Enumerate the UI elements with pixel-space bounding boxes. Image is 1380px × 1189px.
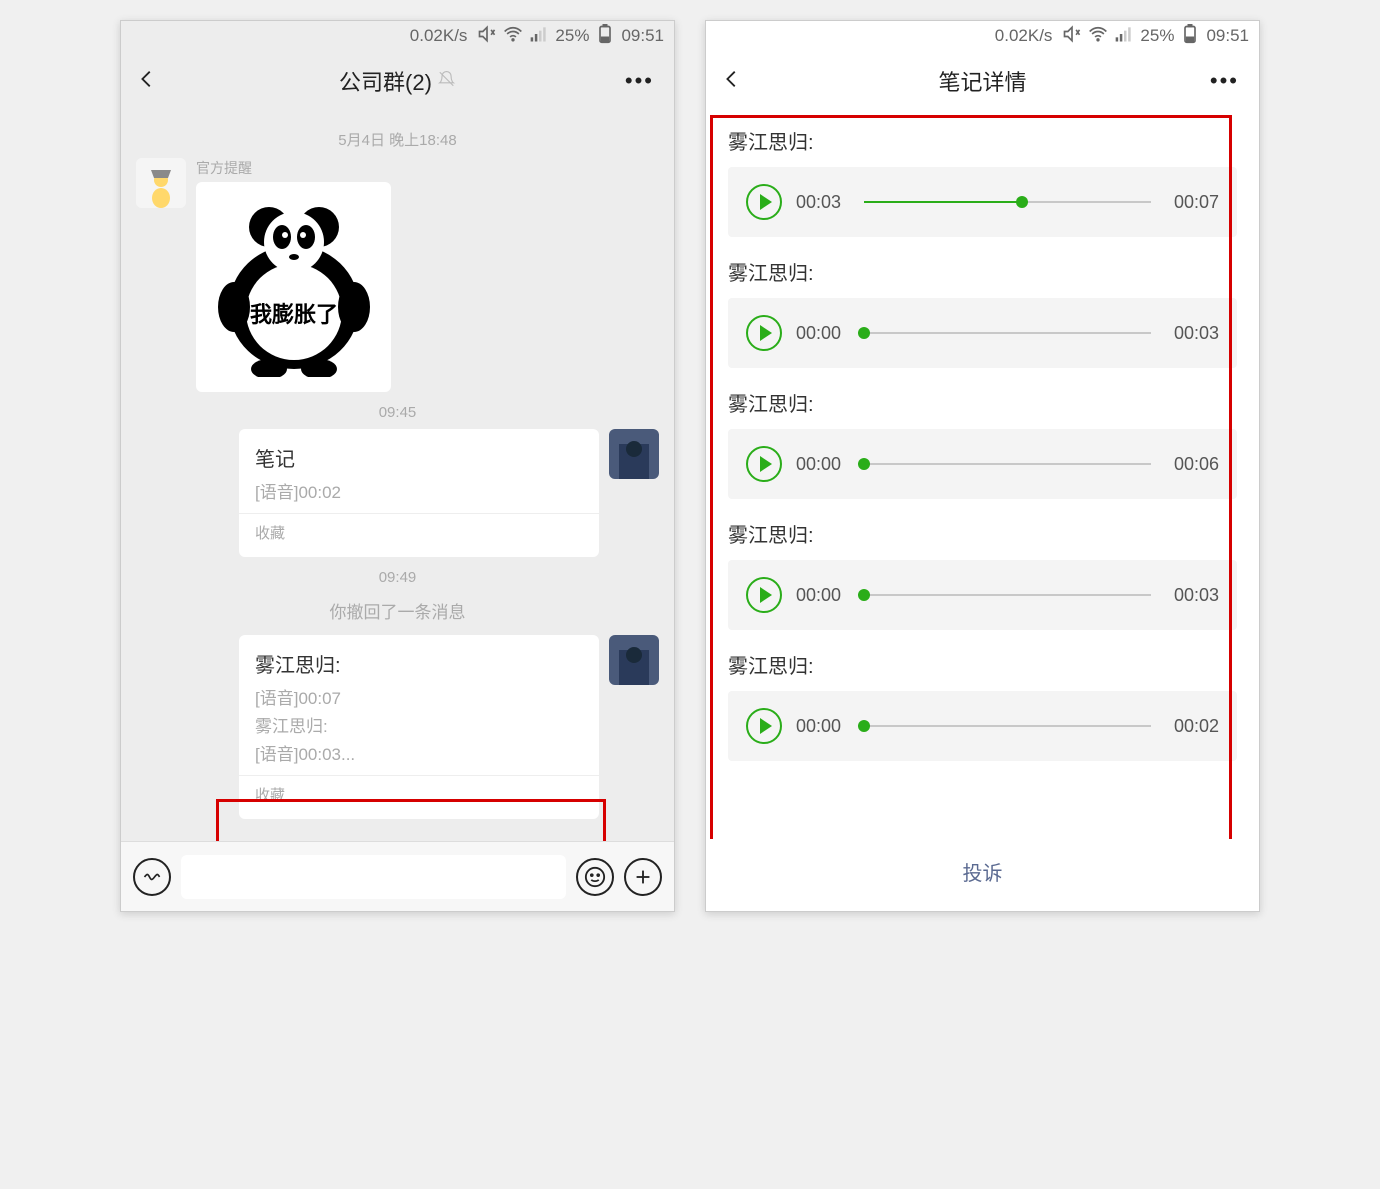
audio-block: 雾江思归: 00:00 00:03 <box>728 257 1237 368</box>
audio-track[interactable] <box>864 463 1151 465</box>
audio-block: 雾江思归: 00:00 00:02 <box>728 650 1237 761</box>
wifi-icon <box>503 24 523 49</box>
svg-text:我膨胀了: 我膨胀了 <box>249 302 337 327</box>
note-title: 雾江思归: <box>255 649 583 678</box>
audio-thumb[interactable] <box>858 589 870 601</box>
audio-block: 雾江思归: 00:03 00:07 <box>728 126 1237 237</box>
audio-thumb[interactable] <box>858 327 870 339</box>
audio-total-time: 00:03 <box>1165 585 1219 606</box>
audio-track[interactable] <box>864 725 1151 727</box>
note-source: 收藏 <box>255 522 583 543</box>
audio-block: 雾江思归: 00:00 00:06 <box>728 388 1237 499</box>
plus-button[interactable] <box>624 858 662 896</box>
network-speed: 0.02K/s <box>410 26 468 46</box>
message-input[interactable] <box>181 855 566 899</box>
audio-player[interactable]: 00:00 00:02 <box>728 691 1237 761</box>
status-time: 09:51 <box>621 26 664 46</box>
timestamp: 09:45 <box>136 404 659 421</box>
more-button[interactable]: ••• <box>625 68 654 94</box>
timestamp: 09:49 <box>136 569 659 586</box>
audio-track[interactable] <box>864 594 1151 596</box>
audio-thumb[interactable] <box>1016 196 1028 208</box>
audio-total-time: 00:02 <box>1165 716 1219 737</box>
audio-block: 雾江思归: 00:00 00:03 <box>728 519 1237 630</box>
back-button[interactable] <box>721 65 743 97</box>
audio-sender: 雾江思归: <box>728 650 1237 679</box>
input-bar <box>121 841 674 911</box>
battery-percent: 25% <box>1140 26 1174 46</box>
signal-icon <box>1114 24 1134 49</box>
play-button[interactable] <box>746 315 782 351</box>
chat-header: 公司群(2) ••• <box>121 51 674 111</box>
complain-link[interactable]: 投诉 <box>706 839 1259 911</box>
audio-current-time: 00:00 <box>796 323 850 344</box>
status-time: 09:51 <box>1206 26 1249 46</box>
timestamp: 5月4日 晚上18:48 <box>136 129 659 150</box>
battery-icon <box>595 24 615 49</box>
back-button[interactable] <box>136 65 158 97</box>
audio-current-time: 00:00 <box>796 585 850 606</box>
emoji-button[interactable] <box>576 858 614 896</box>
battery-icon <box>1180 24 1200 49</box>
note-detail-screen: 0.02K/s 25% 09:51 笔记详情 ••• 雾江思归: 00:03 <box>705 20 1260 912</box>
message-row: 官方提醒 <box>136 158 659 392</box>
avatar[interactable] <box>136 158 186 208</box>
audio-thumb[interactable] <box>858 458 870 470</box>
audio-thumb[interactable] <box>858 720 870 732</box>
notifications-off-icon <box>438 70 456 93</box>
detail-title: 笔记详情 <box>938 65 1026 97</box>
play-button[interactable] <box>746 577 782 613</box>
mute-icon <box>477 24 497 49</box>
play-button[interactable] <box>746 184 782 220</box>
audio-track[interactable] <box>864 332 1151 334</box>
note-source: 收藏 <box>255 784 583 805</box>
note-line: [语音]00:02 <box>255 478 583 503</box>
system-message: 你撤回了一条消息 <box>136 598 659 623</box>
audio-total-time: 00:07 <box>1165 192 1219 213</box>
detail-header: 笔记详情 ••• <box>706 51 1259 111</box>
audio-sender: 雾江思归: <box>728 126 1237 155</box>
sticker-image[interactable]: 我膨胀了 <box>196 182 391 392</box>
audio-sender: 雾江思归: <box>728 388 1237 417</box>
note-line: 雾江思归: <box>255 712 583 737</box>
audio-track[interactable] <box>864 201 1151 203</box>
audio-player[interactable]: 00:03 00:07 <box>728 167 1237 237</box>
status-bar: 0.02K/s 25% 09:51 <box>706 21 1259 51</box>
more-button[interactable]: ••• <box>1210 68 1239 94</box>
audio-sender: 雾江思归: <box>728 519 1237 548</box>
sender-name: 官方提醒 <box>196 158 391 178</box>
wifi-icon <box>1088 24 1108 49</box>
status-bar: 0.02K/s 25% 09:51 <box>121 21 674 51</box>
note-title: 笔记 <box>255 443 583 472</box>
chat-body: 5月4日 晚上18:48 官方提醒 <box>121 111 674 841</box>
audio-total-time: 00:03 <box>1165 323 1219 344</box>
chat-screen: 0.02K/s 25% 09:51 公司群(2) ••• 5月4日 晚上18:4… <box>120 20 675 912</box>
chat-title: 公司群(2) <box>339 65 432 97</box>
note-line: [语音]00:07 <box>255 684 583 709</box>
audio-current-time: 00:00 <box>796 454 850 475</box>
note-card-highlighted[interactable]: 雾江思归: [语音]00:07 雾江思归: [语音]00:03... 收藏 <box>239 635 599 819</box>
audio-total-time: 00:06 <box>1165 454 1219 475</box>
avatar[interactable] <box>609 635 659 685</box>
voice-input-button[interactable] <box>133 858 171 896</box>
play-button[interactable] <box>746 708 782 744</box>
network-speed: 0.02K/s <box>995 26 1053 46</box>
audio-player[interactable]: 00:00 00:03 <box>728 560 1237 630</box>
message-row: 笔记 [语音]00:02 收藏 <box>136 429 659 557</box>
play-button[interactable] <box>746 446 782 482</box>
message-row: 雾江思归: [语音]00:07 雾江思归: [语音]00:03... 收藏 <box>136 635 659 819</box>
note-card[interactable]: 笔记 [语音]00:02 收藏 <box>239 429 599 557</box>
audio-current-time: 00:03 <box>796 192 850 213</box>
battery-percent: 25% <box>555 26 589 46</box>
signal-icon <box>529 24 549 49</box>
avatar[interactable] <box>609 429 659 479</box>
audio-player[interactable]: 00:00 00:06 <box>728 429 1237 499</box>
audio-sender: 雾江思归: <box>728 257 1237 286</box>
mute-icon <box>1062 24 1082 49</box>
note-line: [语音]00:03... <box>255 740 583 765</box>
audio-current-time: 00:00 <box>796 716 850 737</box>
audio-player[interactable]: 00:00 00:03 <box>728 298 1237 368</box>
note-detail-body: 雾江思归: 00:03 00:07 雾江思归: 00:00 00:03 雾江思归… <box>706 111 1259 839</box>
